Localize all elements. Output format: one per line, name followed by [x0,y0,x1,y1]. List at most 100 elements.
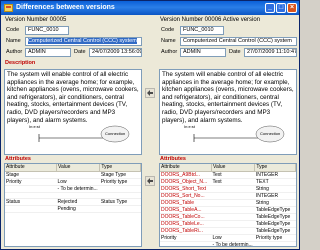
attribute-column-header[interactable]: Attribute [160,164,212,172]
attribute-column-header[interactable]: Attribute [5,164,57,172]
code-label: Code [161,27,175,33]
type-column-header[interactable]: Type [99,164,141,172]
attributes-label: Attributes [160,156,186,162]
date-field[interactable]: 24/07/2009 13:56:09 [89,48,142,57]
value-cell [56,192,100,200]
value-cell: Text [211,178,255,186]
author-label: Author [161,49,178,55]
minimize-icon[interactable]: _ [265,3,275,13]
attribute-cell [5,205,57,214]
table-row[interactable]: DOORS_TableA... TableEdgeType [160,206,296,214]
close-icon[interactable]: × [287,3,297,13]
table-row[interactable]: Status Rejected Status Type [5,198,141,207]
table-row[interactable]: DOORS_TableLe... TableEdgeType [160,220,296,228]
date-label: Date [229,49,241,55]
attribute-cell: DOORS_TableLe... [160,220,212,228]
attribute-cell: Status [5,198,57,207]
table-row[interactable]: - To be determin... [5,185,141,193]
type-cell: TableEdgeType [254,220,296,228]
type-cell: String [254,199,296,207]
value-column-header[interactable]: Value [56,164,101,172]
diagram-right-label: Connection [105,131,125,136]
table-row[interactable]: DOORS_Table String [160,199,296,207]
author-field[interactable]: ADMIN [25,48,71,57]
code-field[interactable]: FUNC_0010 [180,26,224,35]
author-field[interactable]: ADMIN [180,48,226,57]
value-cell [211,206,255,214]
table-row[interactable]: Priority Low Priority type [160,234,296,242]
window-title: Differences between versions [16,4,115,11]
type-cell: TableEdgeType [254,213,296,221]
value-column-header[interactable]: Value [211,164,256,172]
attributes-label: Attributes [5,156,31,162]
maximize-icon[interactable]: □ [276,3,286,13]
type-cell: String [254,185,296,193]
type-cell: TableEdgeType [254,206,296,214]
table-row[interactable]: DOORS_Object_N... Text TEXT [160,178,296,186]
description-label: Description [5,60,36,66]
type-cell: Priority type [99,178,141,186]
date-field[interactable]: 27/07/2009 11:10:47 [244,48,297,57]
code-label: Code [6,27,20,33]
name-field[interactable]: Computerized Central Control (CCC) syste… [25,37,142,46]
type-cell: TEXT [254,178,296,186]
context-diagram: In:e:st Connection [184,124,285,143]
table-row[interactable]: Priority Low Priority type [5,178,141,186]
compare-arrow-icon[interactable] [145,176,155,186]
value-cell [56,171,100,179]
table-row[interactable]: DOORS_Sort_No... INTEGER [160,192,296,200]
table-row[interactable]: DOORS_A9Btd... Text INTEGER [160,171,296,179]
type-cell [99,205,141,214]
attribute-cell [5,192,57,200]
differences-window: Differences between versions _ □ × Versi… [0,0,300,250]
attribute-cell: Stage [5,171,57,179]
attribute-cell: DOORS_Short_Text [160,185,212,193]
attribute-cell: DOORS_Object_N... [160,178,212,186]
value-cell: Low [56,178,100,186]
name-value: Computerized Central Control (CCC) syste… [28,38,137,44]
table-row[interactable]: - To be determin... [160,241,296,246]
attribute-cell: DOORS_TableCo... [160,213,212,221]
value-cell: - To be determin... [211,241,255,246]
right-version-pane: Version Number 00006 Active version Code… [158,16,298,249]
value-cell: Pending [56,205,100,214]
attribute-cell: DOORS_Sort_No... [160,192,212,200]
version-header: Version Number 00005 [5,17,67,23]
code-field[interactable]: FUNC_0010 [25,26,69,35]
table-row[interactable]: Pending [5,205,141,214]
type-cell [99,185,141,193]
description-box[interactable]: The system will enable control of all el… [159,69,297,155]
description-box[interactable]: The system will enable control of all el… [4,69,142,155]
type-cell: INTEGER [254,171,296,179]
type-column-header[interactable]: Type [254,164,296,172]
diagram-right-label: Connection [260,131,280,136]
value-cell [211,213,255,221]
attribute-cell: DOORS_TableRi... [160,227,212,235]
value-cell: Text [211,171,255,179]
attribute-cell [160,241,212,246]
diagram-left-label: In:e:st [184,124,196,129]
attribute-cell: DOORS_A9Btd... [160,171,212,179]
attributes-table[interactable]: Attribute Value Type Stage Stage Type Prio… [4,163,142,247]
value-cell: Low [211,234,255,242]
table-row[interactable]: Stage Stage Type [5,171,141,179]
value-cell [211,192,255,200]
name-label: Name [161,38,176,44]
value-cell [211,199,255,207]
value-cell: Rejected [56,198,100,207]
name-field[interactable]: Computerized Central Control (CCC) syste… [180,37,297,46]
type-cell: Status Type [99,198,141,207]
title-bar[interactable]: Differences between versions _ □ × [1,1,299,15]
table-row[interactable] [5,192,141,200]
attributes-table[interactable]: Attribute Value Type DOORS_A9Btd... Text I… [159,163,297,247]
table-row[interactable]: DOORS_Short_Text String [160,185,296,193]
attribute-cell: DOORS_TableA... [160,206,212,214]
diagram-left-label: In:e:st [29,124,41,129]
table-row[interactable]: DOORS_TableRi... TableEdgeType [160,227,296,235]
type-cell: Priority type [254,234,296,242]
compare-arrow-icon[interactable] [145,88,155,98]
version-header: Version Number 00006 Active version [160,17,261,23]
table-row[interactable]: DOORS_TableCo... TableEdgeType [160,213,296,221]
type-cell: TableEdgeType [254,227,296,235]
date-label: Date [74,49,86,55]
